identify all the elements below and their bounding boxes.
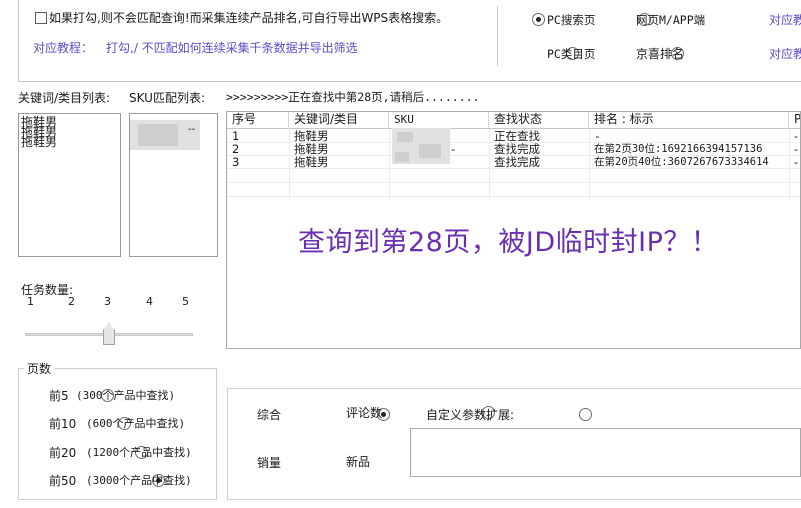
- col-keyword[interactable]: 关键词/类目: [289, 112, 389, 128]
- table-header: 序号 关键词/类目 SKU 查找状态 排名 : 标示 P: [227, 112, 800, 129]
- sort-sales-label: 销量: [257, 456, 282, 470]
- pc-search-radio[interactable]: [532, 13, 545, 26]
- pages-50-label: 前50: [49, 474, 77, 488]
- options-separator: [497, 6, 498, 66]
- tick-label: 5: [182, 295, 189, 308]
- pages-10-label: 前10: [49, 417, 77, 431]
- sku-list-label: SKU匹配列表:: [129, 91, 205, 105]
- pages-5-note: (300个产品中查找): [76, 389, 176, 402]
- tick-label: 1: [27, 295, 34, 308]
- table-row[interactable]: 1 拖鞋男 正在查找 - -: [227, 130, 800, 142]
- pc-category-label: PC类目页: [547, 47, 596, 61]
- table-row[interactable]: 3 拖鞋男 查找完成 在第20页40位:3607267673334614 -: [227, 156, 800, 168]
- cell-keyword: 拖鞋男: [294, 156, 329, 168]
- sku-redacted-block: [397, 132, 413, 142]
- grid-line: [227, 196, 800, 197]
- jingxi-label: 京喜排名: [636, 47, 685, 61]
- cell-keyword: 拖鞋男: [294, 143, 329, 155]
- cell-status: 查找完成: [494, 156, 540, 168]
- col-sku[interactable]: SKU: [389, 112, 489, 128]
- tutorial-link-3[interactable]: 对应教: [769, 47, 801, 61]
- pages-20-label: 前20: [49, 446, 77, 460]
- table-row[interactable]: 2 拖鞋男 - 查找完成 在第2页30位:1692166394157136 -: [227, 143, 800, 155]
- cell-rank: 在第2页30位:1692166394157136: [594, 143, 763, 155]
- cell-extra: -: [794, 130, 799, 142]
- task-slider-thumb[interactable]: [103, 323, 115, 345]
- status-text: >>>>>>>>>正在查找中第28页,请稍后........: [226, 90, 480, 104]
- cell-extra: -: [794, 143, 799, 155]
- overlay-message: 查询到第28页，被JD临时封IP？！: [298, 227, 719, 258]
- sort-comments-label: 评论数: [346, 406, 383, 420]
- mobile-app-label: 网页M/APP端: [636, 13, 706, 27]
- pages-50-note: (3000个产品中查找): [86, 474, 192, 487]
- cell-status: 查找完成: [494, 143, 540, 155]
- cell-index: 1: [232, 130, 240, 142]
- tutorial-link-2[interactable]: 对应教: [769, 13, 801, 27]
- col-rank[interactable]: 排名 : 标示: [589, 112, 789, 128]
- pages-group-title: 页数: [24, 360, 55, 377]
- tick-label: 4: [146, 295, 153, 308]
- no-match-label: 如果打勾,则不会匹配查询!而采集连续产品排名,可自行导出WPS表格搜索。: [49, 11, 449, 25]
- keyword-list-label: 关键词/类目列表:: [18, 91, 111, 105]
- keyword-list[interactable]: 拖鞋男 拖鞋男 拖鞋男: [18, 113, 121, 257]
- pc-search-label: PC搜索页: [547, 13, 596, 27]
- custom-params-input[interactable]: [410, 428, 801, 477]
- custom-params-label: 自定义参数扩展:: [426, 408, 515, 422]
- cell-rank: -: [594, 130, 601, 142]
- cell-status: 正在查找: [494, 130, 540, 142]
- cell-extra: -: [794, 156, 799, 168]
- tutorial-link[interactable]: 打勾,/ 不匹配如何连续采集千条数据并导出筛选: [106, 41, 358, 55]
- col-status[interactable]: 查找状态: [489, 112, 589, 128]
- sort-new-label: 新品: [346, 455, 371, 469]
- sku-trailing-text: --: [188, 124, 196, 135]
- cell-index: 2: [232, 143, 240, 155]
- sku-redacted-block: [395, 152, 409, 162]
- col-extra[interactable]: P: [789, 112, 800, 128]
- pages-5-label: 前5: [49, 389, 69, 403]
- cell-index: 3: [232, 156, 240, 168]
- tick-label: 3: [104, 295, 111, 308]
- grid-line: [227, 168, 800, 169]
- pages-10-note: (600个产品中查找): [86, 417, 186, 430]
- no-match-checkbox[interactable]: [35, 12, 47, 24]
- pages-20-note: (1200个产品中查找): [86, 446, 192, 459]
- grid-line: [227, 182, 800, 183]
- col-index[interactable]: 序号: [227, 112, 289, 128]
- cell-keyword: 拖鞋男: [294, 130, 329, 142]
- sku-list[interactable]: --: [129, 113, 218, 257]
- tutorial-label: 对应教程：: [33, 41, 94, 55]
- sort-overall-label: 综合: [257, 408, 282, 422]
- sku-redacted-block: [138, 124, 178, 146]
- cell-rank: 在第20页40位:3607267673334614: [594, 156, 769, 168]
- keyword-item[interactable]: 拖鞋男: [21, 136, 120, 148]
- sku-redacted-block: [419, 144, 441, 158]
- tick-label: 2: [68, 295, 75, 308]
